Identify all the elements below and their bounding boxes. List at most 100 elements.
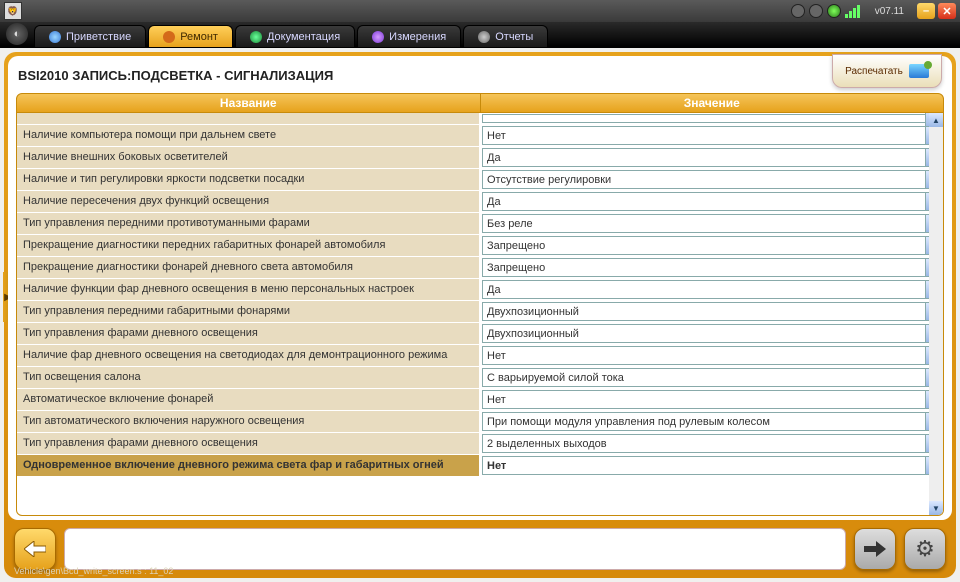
table-row: Наличие компьютера помощи при дальнем св…	[17, 125, 943, 147]
gear-icon: ⚙	[915, 536, 935, 562]
table-row: Автоматическое включение фонарейНет▼	[17, 389, 943, 411]
value-dropdown[interactable]: Да▼	[482, 148, 941, 167]
scroll-down-icon[interactable]: ▼	[929, 501, 943, 515]
value-dropdown[interactable]: Без реле▼	[482, 214, 941, 233]
value-text: Отсутствие регулировки	[483, 174, 925, 186]
main-panel: Распечатать BSI2010 ЗАПИСЬ:ПОДСВЕТКА - С…	[8, 56, 952, 520]
tab-icon	[49, 31, 61, 43]
close-button[interactable]: ✕	[938, 3, 956, 19]
table-row-name: Одновременное включение дневного режима …	[17, 455, 480, 476]
value-dropdown[interactable]: 2 выделенных выходов▼	[482, 434, 941, 453]
table-row-name: Тип управления фарами дневного освещения	[17, 433, 480, 454]
tabbar: ◐ Приветствие Ремонт Документация Измере…	[0, 22, 960, 48]
value-text: Нет	[483, 130, 925, 142]
status-text: Vehicle\gen\Bcd_write_screen.s : 11_02	[8, 565, 173, 578]
page-title: BSI2010 ЗАПИСЬ:ПОДСВЕТКА - СИГНАЛИЗАЦИЯ	[16, 64, 944, 93]
print-button[interactable]: Распечатать	[832, 54, 942, 88]
tab-welcome[interactable]: Приветствие	[34, 25, 146, 47]
value-text: С варьируемой силой тока	[483, 372, 925, 384]
table-row: Прекращение диагностики фонарей дневного…	[17, 257, 943, 279]
value-dropdown[interactable]: Запрещено▼	[482, 258, 941, 277]
value-dropdown[interactable]: Нет▼	[482, 346, 941, 365]
table-header: Название Значение	[16, 93, 944, 113]
status-indicator-icon	[809, 4, 823, 18]
table-row: Прекращение диагностики передних габарит…	[17, 235, 943, 257]
table-row-name: Прекращение диагностики фонарей дневного…	[17, 257, 480, 278]
settings-button[interactable]: ⚙	[904, 528, 946, 570]
value-text: Да	[483, 152, 925, 164]
table-row-name: Наличие внешних боковых осветителей	[17, 147, 480, 168]
value-dropdown[interactable]: С варьируемой силой тока▼	[482, 368, 941, 387]
table-row: Тип автоматического включения наружного …	[17, 411, 943, 433]
table-row-name: Наличие компьютера помощи при дальнем св…	[17, 125, 480, 146]
table-row: Тип управления передними противотуманным…	[17, 213, 943, 235]
table-row: Наличие пересечения двух функций освещен…	[17, 191, 943, 213]
value-dropdown[interactable]: ▼	[482, 114, 941, 123]
menu-icon[interactable]: ◐	[6, 23, 28, 45]
status-indicator-icon	[791, 4, 805, 18]
table-row-name: Тип освещения салона	[17, 367, 480, 388]
version-label: v07.11	[875, 6, 904, 17]
value-dropdown[interactable]: Двухпозиционный▼	[482, 324, 941, 343]
table-row-name: Тип управления передними противотуманным…	[17, 213, 480, 234]
tab-docs[interactable]: Документация	[235, 25, 355, 47]
value-dropdown[interactable]: Нет▼	[482, 390, 941, 409]
tab-reports[interactable]: Отчеты	[463, 25, 548, 47]
printer-icon	[909, 64, 929, 78]
table-row: Тип управления передними габаритными фон…	[17, 301, 943, 323]
table-row-name: Наличие функции фар дневного освещения в…	[17, 279, 480, 300]
scrollbar[interactable]: ▲ ▼	[929, 113, 943, 515]
tab-label: Отчеты	[495, 31, 533, 43]
table-row-name: Тип автоматического включения наружного …	[17, 411, 480, 432]
message-input[interactable]	[64, 528, 846, 570]
value-text: Запрещено	[483, 240, 925, 252]
value-dropdown[interactable]: Двухпозиционный▼	[482, 302, 941, 321]
minimize-button[interactable]: –	[917, 3, 935, 19]
value-text: Да	[483, 284, 925, 296]
table-row: Тип освещения салонаС варьируемой силой …	[17, 367, 943, 389]
table-row-name: Тип управления фарами дневного освещения	[17, 323, 480, 344]
tab-label: Приветствие	[66, 31, 131, 43]
col-name-header: Название	[17, 94, 481, 112]
value-text: 2 выделенных выходов	[483, 438, 925, 450]
table-row-name: Наличие фар дневного освещения на светод…	[17, 345, 480, 366]
tab-icon	[478, 31, 490, 43]
forward-button[interactable]	[854, 528, 896, 570]
arrow-left-icon	[24, 541, 46, 557]
main-frame: ▶ Распечатать BSI2010 ЗАПИСЬ:ПОДСВЕТКА -…	[4, 52, 956, 578]
scroll-up-icon[interactable]: ▲	[929, 113, 943, 127]
value-text: Нет	[483, 350, 925, 362]
value-dropdown[interactable]: Отсутствие регулировки▼	[482, 170, 941, 189]
table-row: Наличие внешних боковых осветителейДа▼	[17, 147, 943, 169]
value-dropdown[interactable]: При помощи модуля управления под рулевым…	[482, 412, 941, 431]
value-dropdown[interactable]: Да▼	[482, 192, 941, 211]
table-row-name: Наличие пересечения двух функций освещен…	[17, 191, 480, 212]
back-button[interactable]	[14, 528, 56, 570]
value-text: Нет	[483, 460, 925, 472]
tab-icon	[250, 31, 262, 43]
table-body: ▼Наличие компьютера помощи при дальнем с…	[16, 113, 944, 516]
value-dropdown[interactable]: Нет▼	[482, 126, 941, 145]
col-value-header: Значение	[481, 94, 944, 112]
table-row: Тип управления фарами дневного освещения…	[17, 433, 943, 455]
value-text: При помощи модуля управления под рулевым…	[483, 416, 925, 428]
value-text: Да	[483, 196, 925, 208]
value-text: Нет	[483, 394, 925, 406]
value-text: Двухпозиционный	[483, 306, 925, 318]
titlebar: 🦁 v07.11 – ✕	[0, 0, 960, 22]
value-dropdown[interactable]: Нет▼	[482, 456, 941, 475]
tab-measures[interactable]: Измерения	[357, 25, 461, 47]
value-dropdown[interactable]: Запрещено▼	[482, 236, 941, 255]
value-dropdown[interactable]: Да▼	[482, 280, 941, 299]
tab-label: Документация	[267, 31, 340, 43]
table-row-name: Автоматическое включение фонарей	[17, 389, 480, 410]
arrow-right-icon	[864, 541, 886, 557]
value-text: Запрещено	[483, 262, 925, 274]
table-row: Наличие функции фар дневного освещения в…	[17, 279, 943, 301]
table-row-name: Наличие и тип регулировки яркости подсве…	[17, 169, 480, 190]
tab-repair[interactable]: Ремонт	[148, 25, 233, 47]
table-row: Наличие и тип регулировки яркости подсве…	[17, 169, 943, 191]
table-row-name: Тип управления передними габаритными фон…	[17, 301, 480, 322]
signal-icon	[845, 4, 863, 18]
value-text: Двухпозиционный	[483, 328, 925, 340]
